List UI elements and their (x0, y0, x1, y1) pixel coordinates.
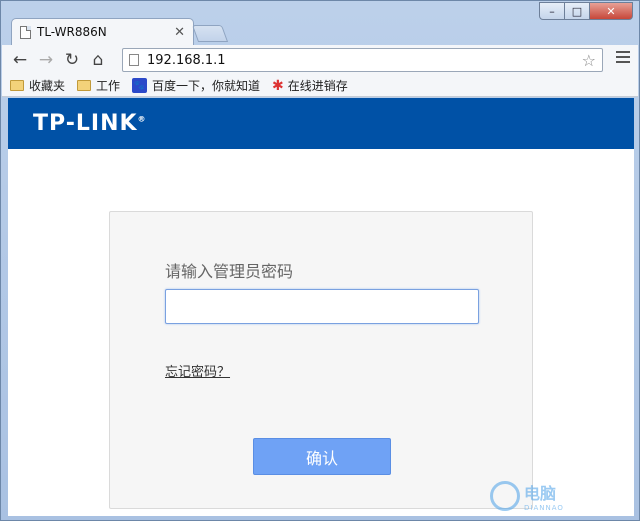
reload-button[interactable]: ↻ (60, 48, 84, 72)
forward-button[interactable]: → (34, 48, 58, 72)
bookmark-star-icon[interactable]: ☆ (582, 51, 596, 70)
baidu-paw-icon: 🐾 (132, 78, 148, 93)
maximize-button[interactable]: □ (564, 2, 590, 20)
bookmark-label: 工作 (96, 79, 121, 93)
confirm-button[interactable]: 确认 (253, 438, 391, 475)
bookmark-favorites[interactable]: 收藏夹 (10, 77, 65, 94)
title-bar: TL-WR886N ✕ – □ ✕ (1, 1, 639, 45)
window-controls: – □ ✕ (539, 2, 633, 20)
tab-title: TL-WR886N (37, 25, 107, 39)
page-icon (129, 54, 139, 66)
bookmark-baidu[interactable]: 🐾 百度一下，你就知道 (132, 77, 260, 94)
browser-window: TL-WR886N ✕ – □ ✕ ← → ↻ ⌂ 192.168.1.1 ☆ … (0, 0, 640, 521)
browser-tab[interactable]: TL-WR886N ✕ (11, 18, 194, 45)
password-prompt: 请输入管理员密码 (165, 262, 294, 281)
watermark-logo: 电脑 DIANNAO (490, 478, 630, 514)
bookmarks-bar: 收藏夹 工作 🐾 百度一下，你就知道 ✱ 在线进销存 (2, 75, 638, 97)
folder-icon (10, 80, 24, 91)
home-button[interactable]: ⌂ (86, 48, 110, 72)
chrome-menu-icon[interactable] (616, 51, 630, 66)
url-text[interactable]: 192.168.1.1 (147, 53, 582, 68)
tab-close-icon[interactable]: ✕ (174, 25, 185, 40)
home-icon: ⌂ (92, 50, 104, 70)
page-content: TP-LINK® 请输入管理员密码 忘记密码？ 确认 电脑 DIANNAO (8, 98, 634, 516)
address-bar[interactable]: 192.168.1.1 ☆ (122, 48, 603, 72)
new-tab-button[interactable] (191, 25, 229, 42)
forgot-password-link[interactable]: 忘记密码？ (165, 361, 230, 380)
close-window-button[interactable]: ✕ (589, 2, 633, 20)
browser-toolbar: ← → ↻ ⌂ 192.168.1.1 ☆ (2, 45, 638, 75)
login-panel: 请输入管理员密码 忘记密码？ 确认 (109, 211, 533, 509)
bookmark-label: 收藏夹 (29, 79, 66, 93)
watermark-sub: DIANNAO (524, 504, 564, 512)
figure-icon: ✱ (272, 77, 284, 94)
watermark-text-group: 电脑 DIANNAO (524, 480, 564, 512)
minimize-button[interactable]: – (539, 2, 565, 20)
back-arrow-icon: ← (12, 50, 28, 70)
document-icon (20, 25, 31, 39)
watermark-icon (490, 481, 520, 511)
forward-arrow-icon: → (38, 50, 54, 70)
tp-link-logo: TP-LINK® (33, 111, 147, 136)
bookmark-inventory[interactable]: ✱ 在线进销存 (272, 77, 348, 94)
brand-header: TP-LINK® (8, 98, 634, 149)
bookmark-label: 百度一下，你就知道 (152, 79, 261, 93)
watermark-text: 电脑 (524, 484, 557, 503)
password-input[interactable] (165, 289, 479, 324)
bookmark-work[interactable]: 工作 (77, 77, 120, 94)
back-button[interactable]: ← (8, 48, 32, 72)
folder-icon (77, 80, 92, 91)
reload-icon: ↻ (64, 50, 80, 70)
registered-mark: ® (137, 114, 147, 124)
bookmark-label: 在线进销存 (287, 79, 348, 93)
logo-text: TP-LINK (33, 111, 138, 136)
